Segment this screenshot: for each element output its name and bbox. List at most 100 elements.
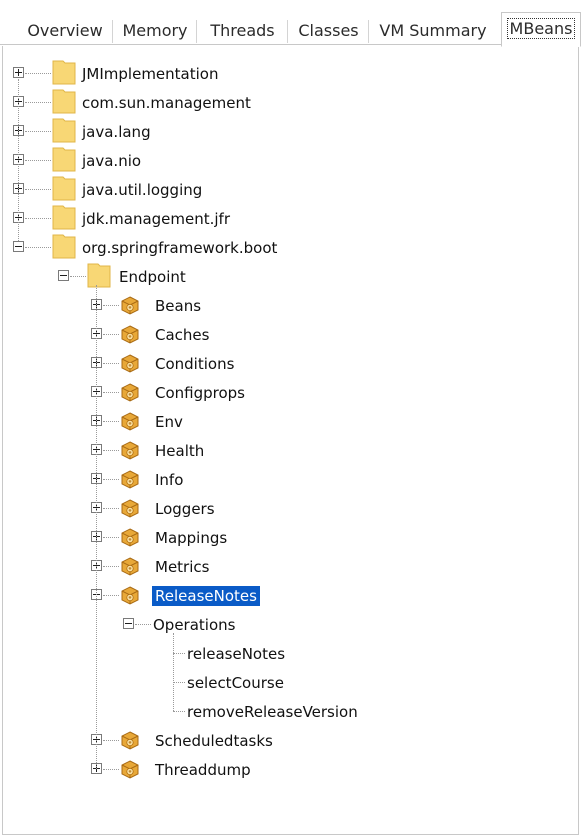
collapse-icon[interactable]: [123, 618, 134, 629]
jconsole-window: Overview Memory Threads Classes VM Summa…: [0, 0, 581, 837]
tree-node-domain[interactable]: jdk.management.jfr: [3, 204, 578, 233]
mbean-icon: [120, 383, 140, 402]
tree-connector-line: [103, 305, 119, 306]
tab-threads-label: Threads: [210, 21, 275, 40]
tree-node-label[interactable]: Beans: [155, 296, 201, 316]
tree-node-label[interactable]: Endpoint: [119, 267, 186, 287]
tree-node-mbean[interactable]: Scheduledtasks: [3, 726, 578, 755]
folder-icon: [52, 89, 76, 114]
tab-overview[interactable]: Overview: [17, 16, 113, 45]
tree-node-label[interactable]: com.sun.management: [82, 93, 251, 113]
tree-connector-line: [25, 160, 51, 161]
operation-label[interactable]: selectCourse: [187, 673, 284, 693]
tree-node-label[interactable]: Threaddump: [155, 760, 251, 780]
tree-node-domain[interactable]: JMImplementation: [3, 59, 578, 88]
mbean-icon: [120, 528, 140, 547]
tree-node-operation[interactable]: releaseNotes: [3, 639, 578, 668]
tree-node-mbean[interactable]: Health: [3, 436, 578, 465]
mbean-icon: [120, 586, 140, 605]
tree-connector-line: [25, 247, 51, 248]
tree-node-mbean[interactable]: Caches: [3, 320, 578, 349]
mbeans-panel: JMImplementation com.sun.management java.l…: [2, 46, 579, 835]
tab-overview-label: Overview: [27, 21, 103, 40]
selected-mbean-label[interactable]: ReleaseNotes: [152, 586, 260, 606]
folder-icon: [52, 60, 76, 85]
tree-connector-line: [103, 363, 119, 364]
tree-node-mbean[interactable]: ReleaseNotes: [3, 581, 578, 610]
tree-node-mbean[interactable]: Env: [3, 407, 578, 436]
tree-connector-line: [103, 334, 119, 335]
tree-node-mbean[interactable]: Threaddump: [3, 755, 578, 784]
tree-node-domain[interactable]: java.util.logging: [3, 175, 578, 204]
mbean-tree[interactable]: JMImplementation com.sun.management java.l…: [3, 46, 578, 834]
tree-node-label[interactable]: Operations: [153, 615, 235, 635]
collapse-icon[interactable]: [13, 241, 24, 252]
tree-node-operation[interactable]: selectCourse: [3, 668, 578, 697]
tree-connector-line: [173, 682, 185, 683]
tree-node-label[interactable]: Scheduledtasks: [155, 731, 273, 751]
tree-node-mbean[interactable]: Beans: [3, 291, 578, 320]
tab-threads[interactable]: Threads: [197, 16, 288, 45]
tree-node-mbean[interactable]: Conditions: [3, 349, 578, 378]
tree-node-domain[interactable]: java.lang: [3, 117, 578, 146]
mbean-icon: [120, 325, 140, 344]
tree-node-label[interactable]: Mappings: [155, 528, 227, 548]
mbean-icon: [120, 557, 140, 576]
tree-node-domain[interactable]: com.sun.management: [3, 88, 578, 117]
tree-node-label[interactable]: org.springframework.boot: [82, 238, 277, 258]
tree-node-mbean[interactable]: Info: [3, 465, 578, 494]
tree-node-label[interactable]: Metrics: [155, 557, 209, 577]
tree-connector-line: [25, 218, 51, 219]
tab-mbeans[interactable]: MBeans: [501, 12, 581, 47]
tree-connector-line: [103, 450, 119, 451]
tree-node-mbean[interactable]: Mappings: [3, 523, 578, 552]
tree-node-label[interactable]: Health: [155, 441, 204, 461]
tree-guide-line: [173, 633, 174, 711]
tab-mbeans-label: MBeans: [506, 18, 576, 39]
tree-connector-line: [70, 276, 86, 277]
tree-node-mbean[interactable]: Configprops: [3, 378, 578, 407]
tab-memory[interactable]: Memory: [113, 16, 197, 45]
tree-node-operation[interactable]: removeReleaseVersion: [3, 697, 578, 726]
tab-vm-summary-label: VM Summary: [379, 21, 487, 40]
tree-node-domain[interactable]: java.nio: [3, 146, 578, 175]
tree-connector-line: [173, 653, 185, 654]
tree-node-mbean[interactable]: Metrics: [3, 552, 578, 581]
tree-node-label[interactable]: Info: [155, 470, 183, 490]
tree-node-label[interactable]: java.nio: [82, 151, 141, 171]
mbean-icon: [120, 441, 140, 460]
tree-connector-line: [103, 479, 119, 480]
folder-icon: [52, 234, 76, 259]
tab-classes[interactable]: Classes: [288, 16, 369, 45]
tab-vm-summary[interactable]: VM Summary: [369, 16, 497, 45]
tree-node-mbean[interactable]: Loggers: [3, 494, 578, 523]
tree-node-operations[interactable]: Operations: [3, 610, 578, 639]
tab-classes-label: Classes: [298, 21, 359, 40]
tree-node-label[interactable]: Configprops: [155, 383, 245, 403]
mbean-icon: [120, 354, 140, 373]
collapse-icon[interactable]: [58, 270, 69, 281]
mbean-icon: [120, 731, 140, 750]
mbean-icon: [120, 470, 140, 489]
tree-node-label[interactable]: Conditions: [155, 354, 234, 374]
tree-node-label[interactable]: Loggers: [155, 499, 215, 519]
tree-node-label[interactable]: jdk.management.jfr: [82, 209, 230, 229]
tree-node-domain[interactable]: org.springframework.boot: [3, 233, 578, 262]
tree-connector-line: [103, 769, 119, 770]
folder-icon: [52, 147, 76, 172]
tree-node-label[interactable]: Env: [155, 412, 183, 432]
tree-node-label[interactable]: Caches: [155, 325, 209, 345]
folder-icon: [52, 118, 76, 143]
tree-node-endpoint[interactable]: Endpoint: [3, 262, 578, 291]
tree-node-label[interactable]: JMImplementation: [82, 64, 218, 84]
tree-node-label[interactable]: java.util.logging: [82, 180, 202, 200]
expand-icon[interactable]: [13, 67, 24, 78]
operation-label[interactable]: releaseNotes: [187, 644, 285, 664]
mbean-icon: [120, 760, 140, 779]
operation-label[interactable]: removeReleaseVersion: [187, 702, 358, 722]
tab-strip: Overview Memory Threads Classes VM Summa…: [0, 0, 581, 47]
tree-node-label[interactable]: java.lang: [82, 122, 151, 142]
tree-connector-line: [103, 566, 119, 567]
tree-connector-line: [25, 131, 51, 132]
tree-connector-line: [25, 73, 51, 74]
